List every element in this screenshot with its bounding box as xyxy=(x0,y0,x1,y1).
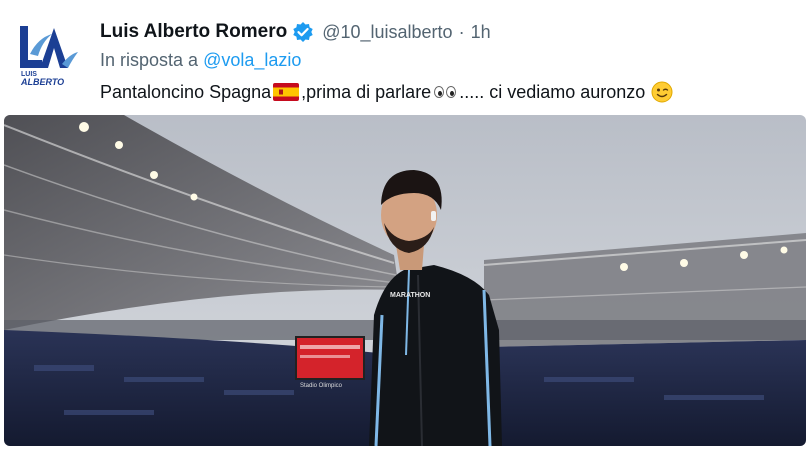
verified-badge-icon xyxy=(292,21,314,43)
jacket-brand: MARATHON xyxy=(390,292,430,299)
spain-flag-icon xyxy=(273,83,300,101)
eyes-icon xyxy=(434,86,457,98)
reply-prefix: In risposta a xyxy=(100,50,199,70)
reply-mention-link[interactable]: @vola_lazio xyxy=(203,50,301,70)
author-handle[interactable]: @10_luisalberto xyxy=(322,22,452,43)
timestamp[interactable]: 1h xyxy=(471,22,491,43)
tweet-text: Pantaloncino Spagna ,prima di parlare ..… xyxy=(100,81,673,103)
tweet-text-part1: Pantaloncino Spagna xyxy=(100,81,272,102)
tweet-photo[interactable]: Stadio Olimpico MARATHON xyxy=(4,115,806,446)
avatar[interactable]: LUIS ALBERTO xyxy=(18,24,82,87)
reply-context: In risposta a @vola_lazio xyxy=(100,50,301,71)
tweet-text-part2: ,prima di parlare xyxy=(301,81,432,102)
scoreboard-label: Stadio Olimpico xyxy=(300,383,343,389)
author-name[interactable]: Luis Alberto Romero xyxy=(100,21,287,43)
separator-dot: · xyxy=(458,21,465,42)
luis-alberto-logo-icon: LUIS ALBERTO xyxy=(20,26,80,87)
tweet-header: LUIS ALBERTO Luis Alberto Romero @10_lui… xyxy=(0,0,810,112)
svg-text:ALBERTO: ALBERTO xyxy=(20,77,64,86)
name-row: Luis Alberto Romero @10_luisalberto · 1h xyxy=(100,19,491,45)
tweet-text-part3: ..... ci vediamo auronzo xyxy=(459,81,646,102)
stadium-photo: Stadio Olimpico MARATHON xyxy=(4,115,806,446)
winking-face-icon xyxy=(651,81,673,103)
